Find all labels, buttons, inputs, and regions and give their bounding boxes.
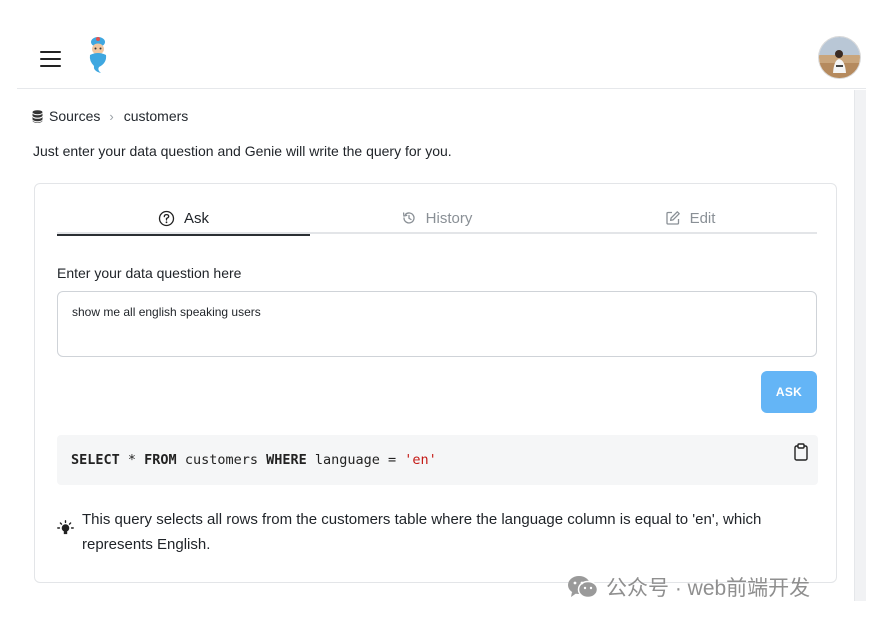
query-card: Ask History Edit Enter your data questio… <box>34 183 837 583</box>
tab-ask-label: Ask <box>183 209 209 227</box>
sql-keyword: SELECT <box>71 452 120 468</box>
breadcrumb: Sources › customers <box>32 107 188 125</box>
breadcrumb-sources-link[interactable]: Sources <box>49 108 100 124</box>
tab-ask[interactable]: Ask <box>57 202 310 236</box>
page-subtitle: Just enter your data question and Genie … <box>33 143 452 159</box>
tab-history[interactable]: History <box>310 202 563 234</box>
sql-string-literal: 'en' <box>404 452 437 468</box>
question-input[interactable]: show me all english speaking users <box>57 291 817 357</box>
wechat-icon <box>568 576 599 599</box>
genie-logo-icon[interactable] <box>85 36 111 74</box>
explanation-text: This query selects all rows from the cus… <box>82 511 762 553</box>
question-circle-icon <box>158 210 175 226</box>
app-window: Sources › customers Just enter your data… <box>17 23 866 601</box>
scrollbar[interactable] <box>854 90 866 601</box>
ask-button[interactable]: ASK <box>761 371 817 413</box>
tab-history-label: History <box>425 209 473 227</box>
lightbulb-icon <box>57 520 74 535</box>
top-header <box>17 23 866 89</box>
sql-keyword: FROM <box>144 452 177 468</box>
question-label: Enter your data question here <box>57 265 242 281</box>
sql-token: * <box>119 452 145 468</box>
user-avatar[interactable] <box>819 37 860 78</box>
database-icon <box>32 109 43 123</box>
sql-token: language = <box>306 452 405 468</box>
edit-icon <box>665 211 680 225</box>
watermark-text: 公众号 · web前端开发 <box>606 577 811 600</box>
breadcrumb-current: customers <box>123 108 189 124</box>
sql-keyword: WHERE <box>266 452 307 468</box>
history-icon <box>402 212 415 224</box>
sql-token: customers <box>176 452 267 468</box>
watermark: 公众号 · web前端开发 <box>566 572 810 602</box>
sql-query: SELECT * FROM customers WHERE language =… <box>71 452 437 468</box>
breadcrumb-separator: › <box>109 108 114 124</box>
main-content: Sources › customers Just enter your data… <box>17 90 854 601</box>
tab-edit[interactable]: Edit <box>563 202 817 234</box>
clipboard-icon[interactable] <box>793 443 809 461</box>
sql-code-block: SELECT * FROM customers WHERE language =… <box>57 435 818 485</box>
hamburger-menu-icon[interactable] <box>40 50 62 68</box>
tab-edit-label: Edit <box>689 209 716 227</box>
query-explanation: This query selects all rows from the cus… <box>57 507 817 557</box>
tab-bar: Ask History Edit <box>57 202 817 236</box>
